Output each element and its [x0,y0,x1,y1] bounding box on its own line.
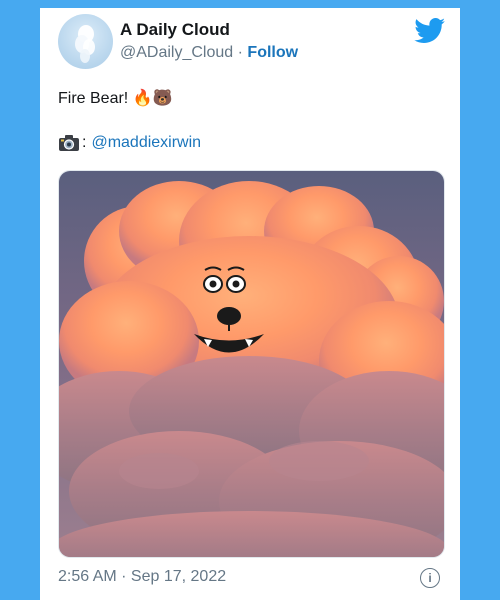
tweet-timestamp[interactable]: 2:56 AM · Sep 17, 2022 [58,568,226,586]
info-icon[interactable]: i [420,568,440,588]
tweet-text: Fire Bear! 🔥🐻 [58,88,173,108]
credit-mention-link[interactable]: @maddiexirwin [91,134,201,152]
tweet-card: A Daily Cloud @ADaily_Cloud · Follow Fir… [40,8,460,600]
tweet-body: Fire Bear! [58,90,129,107]
fire-bear-emoji: 🔥🐻 [132,90,173,107]
photo-credit: : @maddiexirwin [58,134,201,152]
twitter-bird-icon[interactable] [414,18,446,44]
avatar[interactable] [58,14,113,69]
cloud-bear-photo[interactable] [58,170,445,558]
author-handle[interactable]: @ADaily_Cloud [120,44,233,61]
author-name[interactable]: A Daily Cloud [120,20,230,40]
credit-colon: : [82,134,87,151]
author-handle-row: @ADaily_Cloud · Follow [120,44,298,62]
camera-icon [59,135,79,151]
cloud-bear-image [59,171,444,557]
cloud-avatar-icon [75,25,95,63]
separator-dot: · [237,44,243,61]
follow-button[interactable]: Follow [247,44,298,61]
